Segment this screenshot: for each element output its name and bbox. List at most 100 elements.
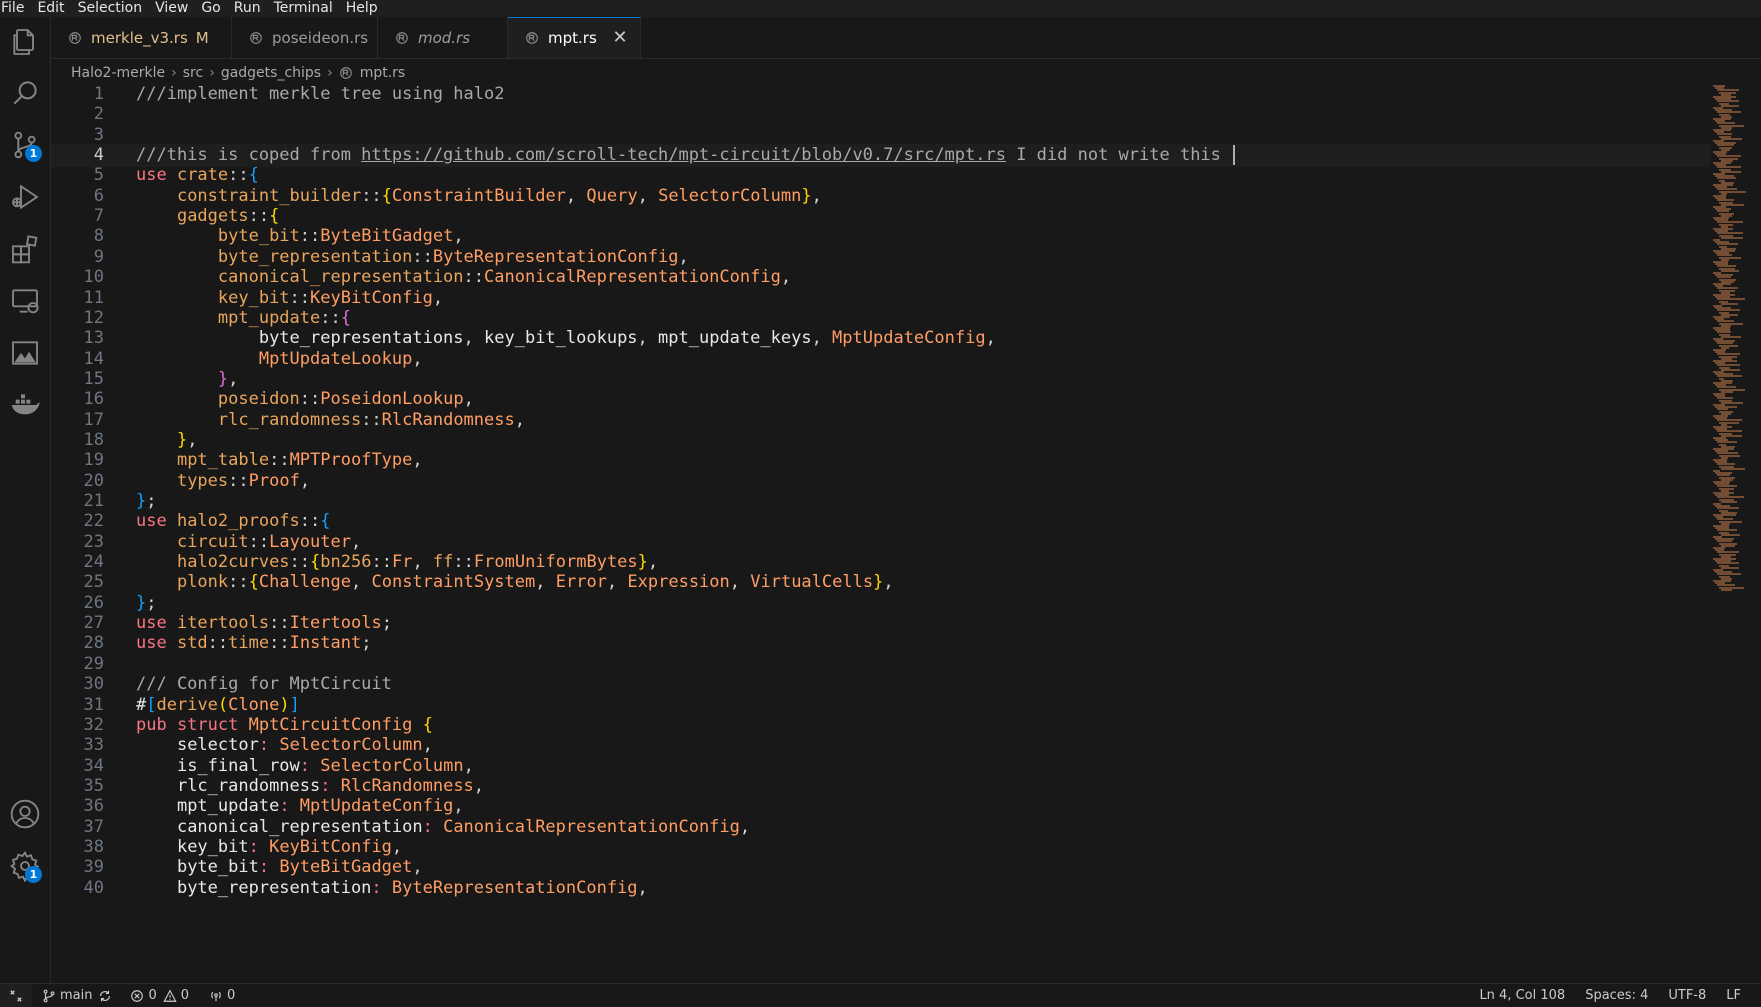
code-token: ,: [883, 572, 894, 593]
code-token: ///implement merkle tree using halo2: [136, 85, 505, 104]
code-token: RlcRandomness: [381, 409, 515, 430]
minimap-line: [1721, 104, 1739, 107]
remote-indicator-icon[interactable]: [0, 984, 32, 1007]
docker-icon[interactable]: [0, 380, 50, 430]
sync-icon[interactable]: [98, 989, 116, 1003]
code-token: halo2_proofs: [176, 511, 300, 532]
code-token: ::: [269, 633, 290, 654]
code-token: ::: [228, 572, 249, 593]
menu-item-view[interactable]: View: [155, 0, 188, 17]
tab-merkle-v3[interactable]: merkle_v3.rs M: [51, 17, 232, 58]
settings-gear-icon[interactable]: 1: [0, 841, 50, 891]
menu-bar: File Edit Selection View Go Run Terminal Help: [0, 0, 1761, 17]
menu-item-run[interactable]: Run: [234, 0, 261, 17]
menu-item-file[interactable]: File: [1, 0, 24, 17]
code-token: PoseidonLookup: [320, 389, 464, 410]
chevron-right-icon: ›: [209, 65, 215, 81]
line-number: 40: [83, 877, 104, 898]
code-editor[interactable]: 1///implement merkle tree using halo2 2 3 4…: [51, 85, 1711, 980]
activity-bar: 1 1: [0, 17, 51, 983]
account-icon[interactable]: [0, 789, 50, 839]
menu-item-terminal[interactable]: Terminal: [274, 0, 333, 17]
breadcrumb-item[interactable]: mpt.rs: [360, 65, 406, 81]
branch-indicator[interactable]: main: [42, 988, 92, 1003]
breadcrumb-item[interactable]: src: [183, 65, 203, 81]
code-token: ::: [320, 307, 341, 328]
image-preview-icon[interactable]: [0, 328, 50, 378]
problems-indicator[interactable]: 0 0: [130, 988, 189, 1003]
tab-mod[interactable]: mod.rs: [378, 17, 508, 58]
code-token: gadgets: [176, 206, 249, 227]
menu-item-go[interactable]: Go: [201, 0, 220, 17]
code-token: :: [258, 735, 280, 756]
code-token: ::: [299, 389, 321, 410]
code-link[interactable]: https://github.com/scroll-tech/mpt-circu…: [361, 145, 1006, 165]
code-token: use: [136, 633, 177, 654]
code-token: ::: [228, 470, 249, 491]
search-icon[interactable]: [0, 68, 50, 118]
encoding[interactable]: UTF-8: [1668, 988, 1706, 1003]
cursor-position[interactable]: Ln 4, Col 108: [1479, 988, 1565, 1003]
code-token: Query: [586, 185, 638, 206]
end-of-line[interactable]: LF: [1726, 988, 1741, 1003]
code-token: ,: [535, 572, 556, 593]
code-token: rlc_randomness: [217, 409, 362, 430]
rust-file-icon: [249, 31, 263, 45]
remote-explorer-icon[interactable]: [0, 276, 50, 326]
code-token: }: [217, 368, 229, 389]
code-line[interactable]: 40 byte_representation: ByteRepresentati…: [51, 877, 1711, 900]
close-icon[interactable]: ✕: [610, 28, 630, 48]
code-token: Error: [555, 572, 607, 593]
code-token: ::: [228, 165, 249, 186]
tab-poseideon[interactable]: poseideon.rs: [232, 17, 378, 58]
code-token: use: [136, 613, 177, 634]
breadcrumb-item[interactable]: gadgets_chips: [221, 65, 321, 81]
source-control-icon[interactable]: 1: [0, 120, 50, 170]
code-token: ,: [678, 246, 689, 267]
minimap[interactable]: [1711, 85, 1761, 980]
indentation[interactable]: Spaces: 4: [1585, 988, 1648, 1003]
code-token: ,: [228, 368, 239, 389]
tab-mpt[interactable]: mpt.rs ✕: [508, 17, 641, 58]
menu-item-help[interactable]: Help: [346, 0, 378, 17]
extensions-icon[interactable]: [0, 224, 50, 274]
code-token: ;: [381, 613, 392, 634]
chevron-right-icon: ›: [171, 65, 177, 81]
code-token: #: [136, 694, 147, 715]
code-token: rlc_randomness: [176, 775, 321, 796]
explorer-icon[interactable]: [0, 17, 50, 67]
code-token: crate: [176, 165, 229, 186]
menu-item-edit[interactable]: Edit: [37, 0, 64, 17]
code-token: {: [422, 714, 433, 735]
code-token: halo2curves: [176, 552, 290, 573]
code-token: (: [217, 694, 229, 715]
code-token: Challenge: [258, 572, 351, 593]
code-token: canonical_representation: [217, 267, 464, 288]
breadcrumb: Halo2-merkle › src › gadgets_chips › mpt…: [71, 61, 405, 85]
code-token: MPTProofType: [289, 450, 413, 471]
ports-indicator[interactable]: 0: [209, 988, 235, 1003]
code-token: ::: [248, 206, 270, 227]
code-token: byte_representations: [258, 328, 464, 349]
code-token: Clone: [228, 694, 280, 715]
rust-file-icon: [525, 31, 539, 45]
code-token: poseidon: [217, 389, 300, 410]
code-token: /// Config for MptCircuit: [136, 674, 392, 695]
menu-item-selection[interactable]: Selection: [78, 0, 143, 17]
code-token: time: [228, 633, 270, 654]
code-token: key_bit: [217, 287, 290, 308]
tab-label: mpt.rs: [548, 29, 597, 47]
breadcrumb-item[interactable]: Halo2-merkle: [71, 65, 165, 81]
code-token: :: [258, 857, 280, 878]
code-token: key_bit: [176, 836, 249, 857]
run-debug-icon[interactable]: [0, 172, 50, 222]
